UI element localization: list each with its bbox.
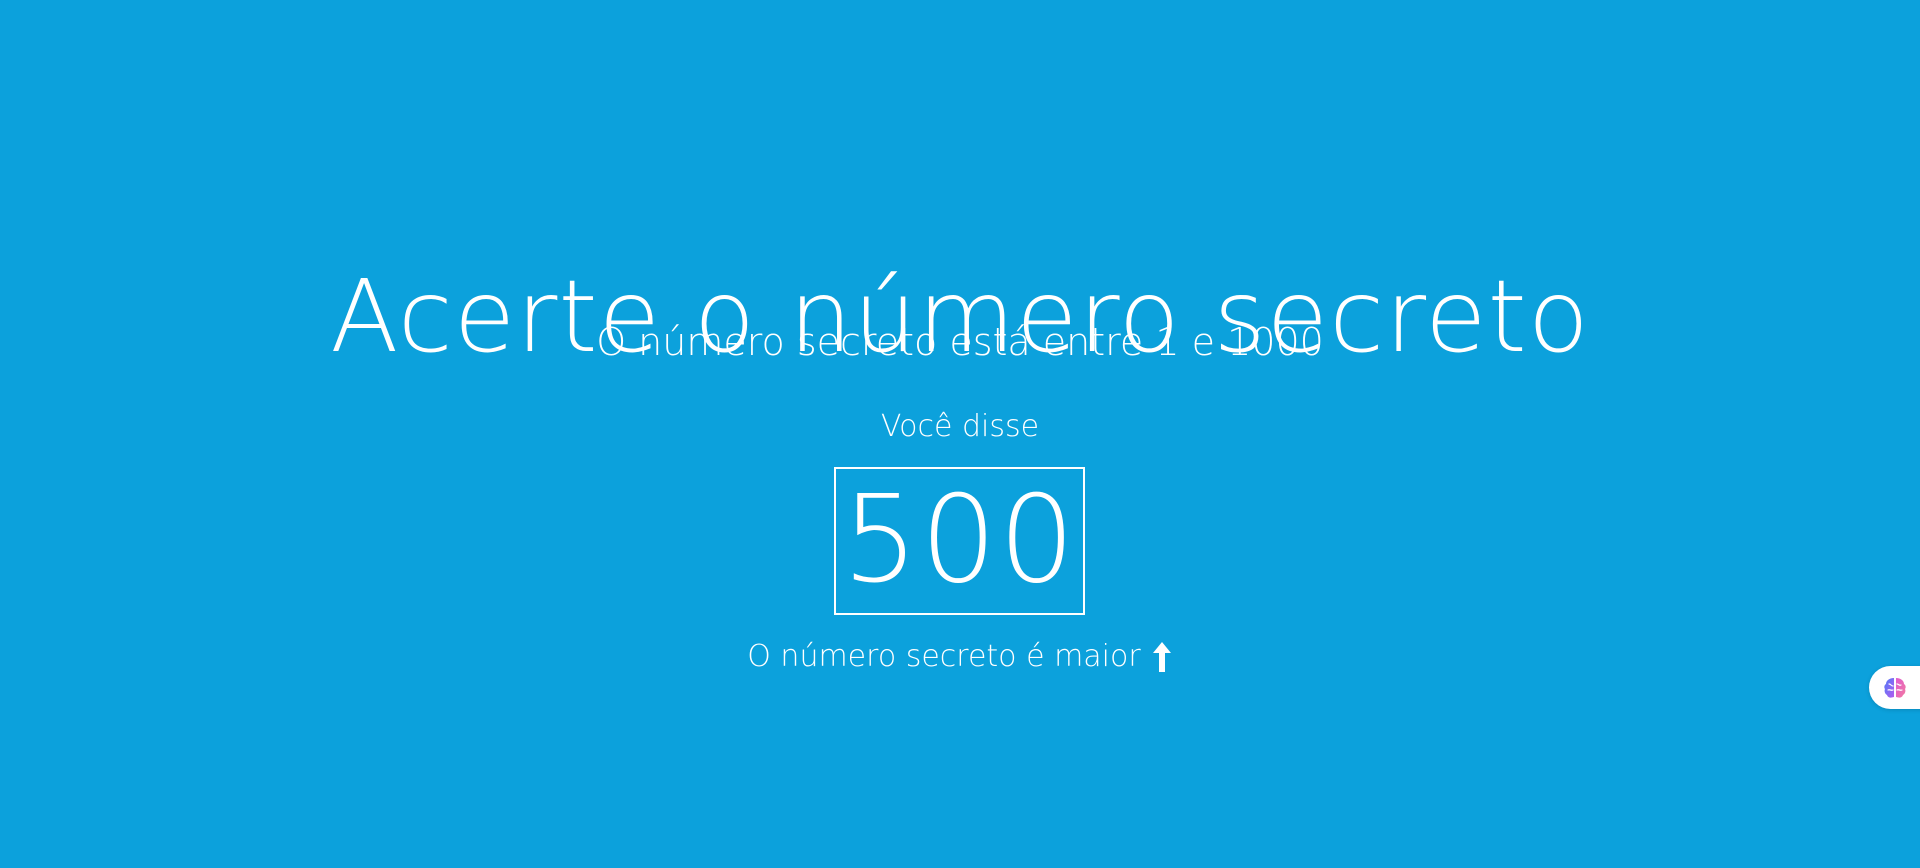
brain-icon xyxy=(1882,675,1908,701)
range-subtitle: O número secreto está entre 1 e 1000 xyxy=(596,320,1324,364)
you-said-label: Você disse xyxy=(880,409,1040,444)
hint-text: O número secreto é maior xyxy=(747,639,1141,674)
arrow-up-icon xyxy=(1151,640,1173,674)
hint-message: O número secreto é maior xyxy=(0,634,1920,680)
side-widget-button[interactable] xyxy=(1869,666,1920,709)
guess-value: 500 xyxy=(841,471,1078,610)
guess-box: 500 xyxy=(834,467,1085,615)
